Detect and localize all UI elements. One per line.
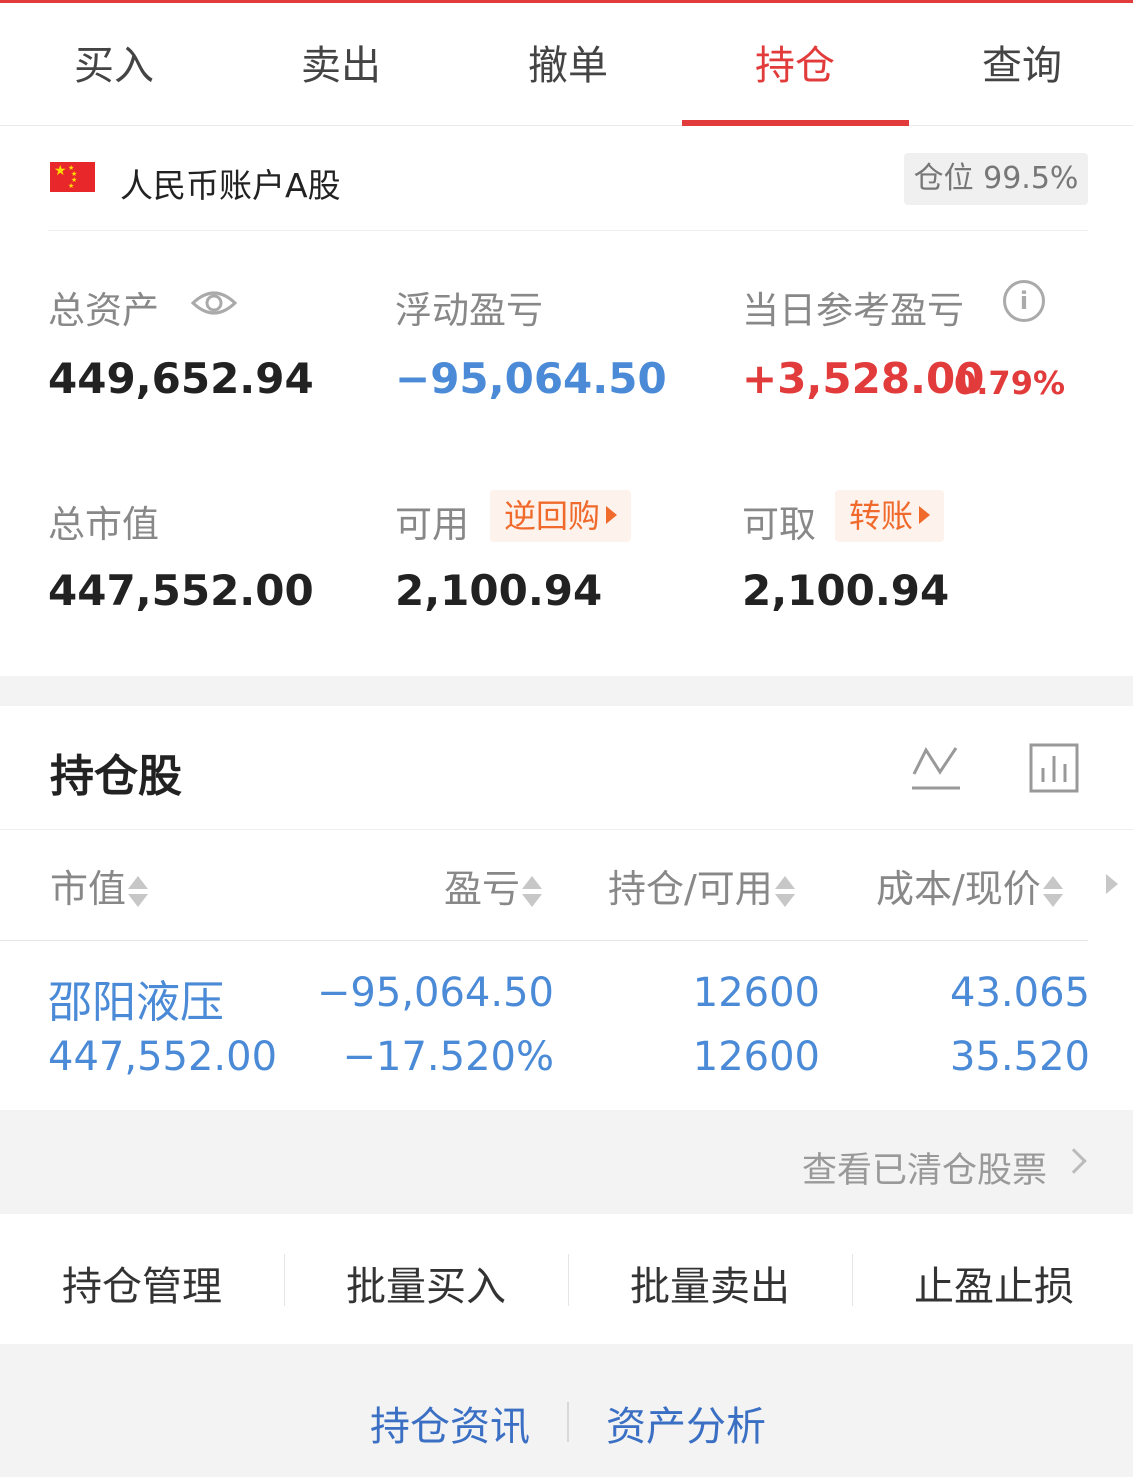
view-cleared-stocks-label: 查看已清仓股票 bbox=[801, 1151, 1047, 1191]
sort-icon bbox=[1042, 874, 1063, 910]
daily-pl-label: 当日参考盈亏 bbox=[742, 289, 964, 332]
batch-sell-button[interactable]: 批量卖出 bbox=[568, 1254, 852, 1312]
play-arrow-icon bbox=[919, 506, 931, 524]
action-bar: 持仓管理 批量买入 批量卖出 止盈止损 bbox=[0, 1214, 1133, 1344]
position-management-button[interactable]: 持仓管理 bbox=[0, 1254, 284, 1312]
divider bbox=[0, 940, 1088, 941]
stock-cost: 43.065 bbox=[950, 970, 1090, 1016]
divider bbox=[0, 829, 1133, 830]
position-ratio-badge: 仓位 99.5% bbox=[904, 153, 1088, 205]
take-profit-stop-loss-button[interactable]: 止盈止损 bbox=[852, 1254, 1133, 1312]
col-header-pl[interactable]: 盈亏 bbox=[444, 858, 543, 913]
asset-analysis-link[interactable]: 资产分析 bbox=[606, 1394, 766, 1452]
trade-tabs: 买入 卖出 撤单 持仓 查询 bbox=[0, 3, 1133, 126]
withdrawable-value: 2,100.94 bbox=[742, 566, 950, 615]
market-value-value: 447,552.00 bbox=[48, 566, 314, 615]
stock-market-value: 447,552.00 bbox=[48, 1034, 278, 1080]
col-header-pl-label: 盈亏 bbox=[444, 867, 521, 911]
available-value: 2,100.94 bbox=[395, 566, 603, 615]
line-chart-icon[interactable] bbox=[910, 742, 962, 794]
active-tab-indicator bbox=[682, 120, 909, 126]
china-flag-icon: ★ ★ ★ ★ ★ bbox=[50, 162, 95, 192]
sort-icon bbox=[128, 874, 149, 910]
view-cleared-stocks-link[interactable]: 查看已清仓股票 bbox=[0, 1110, 1133, 1214]
footer: 持仓资讯 资产分析 bbox=[0, 1344, 1133, 1477]
eye-icon[interactable] bbox=[190, 285, 238, 321]
col-header-position-label: 持仓/可用 bbox=[608, 867, 773, 911]
available-label: 可用 bbox=[395, 503, 469, 546]
sort-icon bbox=[522, 874, 543, 910]
reverse-repo-button[interactable]: 逆回购 bbox=[490, 490, 632, 542]
holdings-title: 持仓股 bbox=[50, 751, 182, 802]
stock-available: 12600 bbox=[692, 1034, 820, 1080]
tab-buy[interactable]: 买入 bbox=[14, 41, 214, 91]
daily-pl-value: +3,528.00 bbox=[742, 354, 985, 403]
tab-sell[interactable]: 卖出 bbox=[241, 41, 441, 91]
bar-chart-icon[interactable] bbox=[1028, 742, 1080, 794]
tab-cancel[interactable]: 撤单 bbox=[468, 41, 668, 91]
info-icon[interactable]: i bbox=[1003, 280, 1045, 322]
floating-pl-label: 浮动盈亏 bbox=[395, 289, 543, 332]
stock-price: 35.520 bbox=[950, 1034, 1090, 1080]
tab-query[interactable]: 查询 bbox=[922, 41, 1122, 91]
total-assets-value: 449,652.94 bbox=[48, 354, 314, 403]
batch-buy-button[interactable]: 批量买入 bbox=[284, 1254, 568, 1312]
stock-pl: −95,064.50 bbox=[316, 970, 554, 1016]
daily-pl-percent: 0.79% bbox=[954, 364, 1066, 402]
col-header-market-value-label: 市值 bbox=[50, 867, 127, 911]
account-row[interactable]: ★ ★ ★ ★ ★ 人民币账户A股 仓位 99.5% bbox=[48, 127, 1088, 231]
stock-pl-percent: −17.520% bbox=[342, 1034, 554, 1080]
floating-pl-value: −95,064.50 bbox=[395, 354, 667, 403]
reverse-repo-label: 逆回购 bbox=[504, 497, 601, 535]
stock-position: 12600 bbox=[692, 970, 820, 1016]
stock-name: 邵阳液压 bbox=[48, 977, 224, 1028]
col-header-cost-price-label: 成本/现价 bbox=[876, 867, 1041, 911]
account-name: 人民币账户A股 bbox=[120, 166, 341, 205]
col-header-cost-price[interactable]: 成本/现价 bbox=[876, 858, 1063, 913]
holdings-news-link[interactable]: 持仓资讯 bbox=[370, 1394, 530, 1452]
transfer-button[interactable]: 转账 bbox=[835, 490, 945, 542]
sort-icon bbox=[774, 874, 795, 910]
play-arrow-icon bbox=[606, 506, 618, 524]
scroll-right-icon[interactable] bbox=[1106, 874, 1118, 894]
col-header-market-value[interactable]: 市值 bbox=[50, 858, 149, 913]
transfer-label: 转账 bbox=[849, 497, 914, 535]
col-header-position[interactable]: 持仓/可用 bbox=[608, 858, 795, 913]
withdrawable-label: 可取 bbox=[742, 503, 816, 546]
market-value-label: 总市值 bbox=[48, 503, 159, 546]
chevron-right-icon bbox=[1061, 1148, 1087, 1174]
tab-positions[interactable]: 持仓 bbox=[695, 41, 895, 91]
section-gap bbox=[0, 676, 1133, 706]
divider bbox=[567, 1402, 569, 1442]
total-assets-label: 总资产 bbox=[48, 289, 159, 332]
